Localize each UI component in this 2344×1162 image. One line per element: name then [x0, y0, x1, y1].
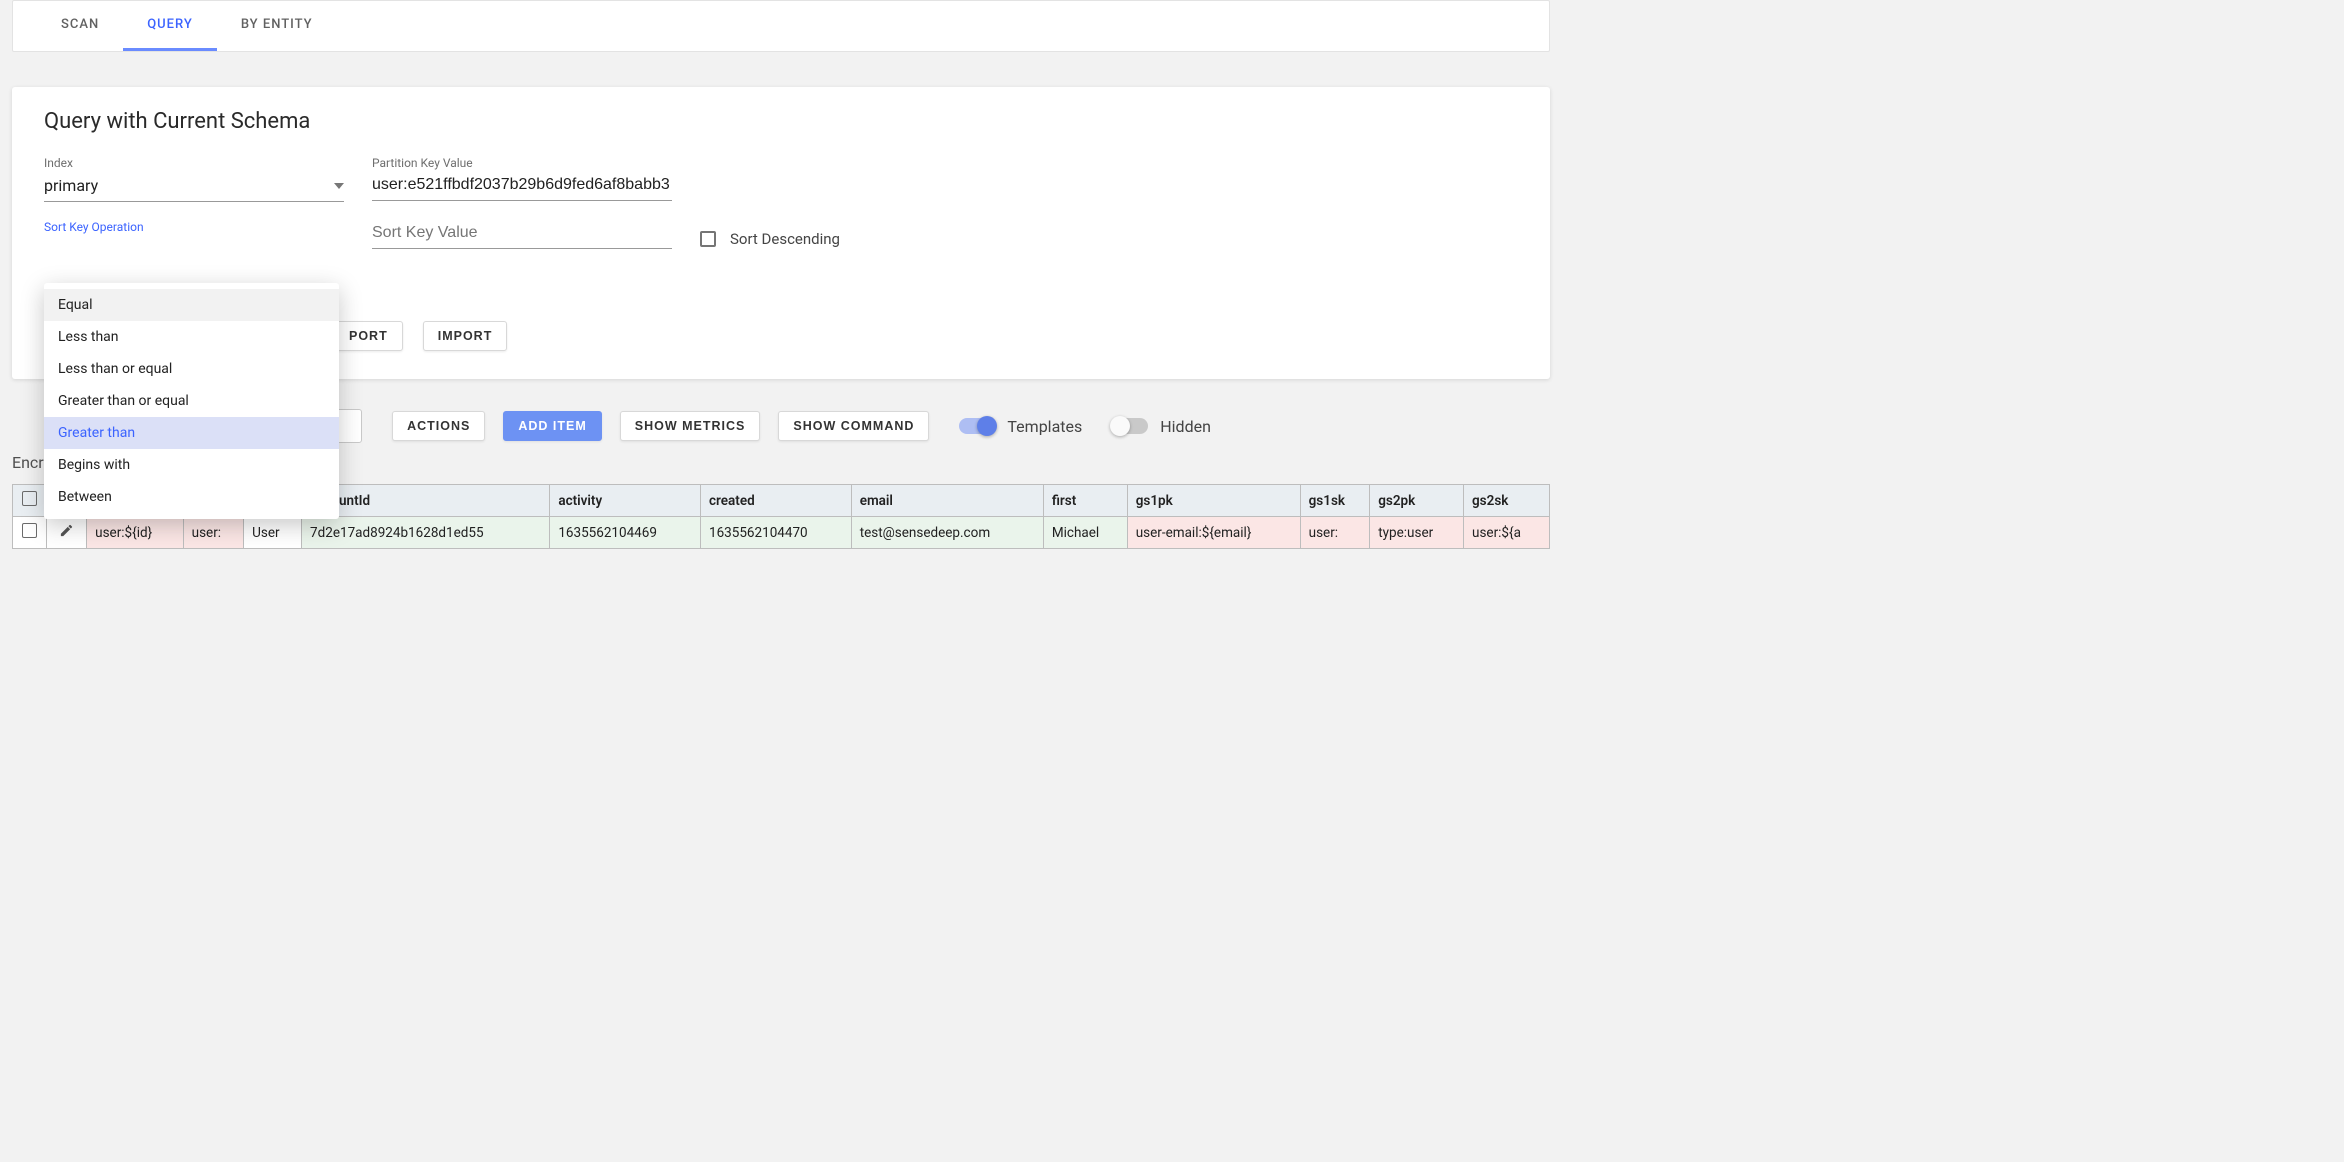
sort-op-option-equal[interactable]: Equal [44, 289, 339, 321]
templates-toggle[interactable] [959, 418, 995, 434]
row-select-checkbox[interactable] [22, 523, 37, 538]
col-email: email [851, 485, 1043, 517]
col-gs1pk: gs1pk [1127, 485, 1300, 517]
tab-by-entity[interactable]: BY ENTITY [217, 1, 337, 51]
cell-pk[interactable]: user:${id} [87, 517, 183, 549]
tabs: SCAN QUERY BY ENTITY [13, 1, 1549, 51]
cell-gs2sk[interactable]: user:${a [1464, 517, 1550, 549]
col-gs2pk: gs2pk [1370, 485, 1464, 517]
show-metrics-button[interactable]: SHOW METRICS [620, 411, 761, 441]
col-gs1sk: gs1sk [1300, 485, 1370, 517]
sort-key-value-field [372, 220, 672, 249]
sort-op-dropdown: Equal Less than Less than or equal Great… [44, 283, 339, 519]
sort-key-value-input[interactable] [372, 220, 672, 249]
sort-descending-checkbox[interactable] [700, 231, 716, 247]
row-edit-cell [47, 517, 87, 549]
cell-email[interactable]: test@sensedeep.com [851, 517, 1043, 549]
templates-toggle-group: Templates [959, 417, 1082, 436]
sort-descending-label: Sort Descending [730, 230, 840, 248]
col-gs2sk: gs2sk [1464, 485, 1550, 517]
table-row: user:${id} user: User 7d2e17ad8924b1628d… [13, 517, 1550, 549]
index-value: primary [44, 176, 98, 195]
import-button[interactable]: IMPORT [423, 321, 508, 351]
cell-first[interactable]: Michael [1043, 517, 1127, 549]
cell-accountid[interactable]: 7d2e17ad8924b1628d1ed55 [302, 517, 550, 549]
sort-op-option-less-than[interactable]: Less than [44, 321, 339, 353]
col-select-all [13, 485, 47, 517]
sort-op-field: Sort Key Operation [44, 220, 344, 236]
partition-key-input[interactable] [372, 172, 672, 201]
tabs-card: SCAN QUERY BY ENTITY [12, 0, 1550, 52]
actions-button[interactable]: ACTIONS [392, 411, 485, 441]
index-field: Index primary [44, 156, 344, 202]
hidden-toggle[interactable] [1112, 418, 1148, 434]
cell-gs2pk[interactable]: type:user [1370, 517, 1464, 549]
col-first: first [1043, 485, 1127, 517]
select-all-checkbox[interactable] [22, 491, 37, 506]
cell-gs1sk[interactable]: user: [1300, 517, 1370, 549]
cell-gs1pk[interactable]: user-email:${email} [1127, 517, 1300, 549]
sort-op-label: Sort Key Operation [44, 220, 344, 234]
hidden-toggle-group: Hidden [1112, 417, 1211, 436]
partition-key-field: Partition Key Value [372, 156, 672, 201]
sort-op-option-between[interactable]: Between [44, 481, 339, 513]
partition-key-label: Partition Key Value [372, 156, 672, 170]
hidden-toggle-label: Hidden [1160, 417, 1211, 436]
col-activity: activity [550, 485, 701, 517]
add-item-button[interactable]: ADD ITEM [503, 411, 601, 441]
index-label: Index [44, 156, 344, 170]
edit-icon[interactable] [59, 523, 74, 538]
cell-sk[interactable]: user: [183, 517, 243, 549]
cell-type[interactable]: User [244, 517, 302, 549]
tab-scan[interactable]: SCAN [37, 1, 123, 51]
row-select-cell [13, 517, 47, 549]
query-panel-title: Query with Current Schema [44, 109, 1518, 134]
query-card-buttons: PORT IMPORT [334, 321, 1518, 351]
caret-down-icon [334, 183, 344, 189]
show-command-button[interactable]: SHOW COMMAND [778, 411, 929, 441]
tab-query[interactable]: QUERY [123, 1, 217, 51]
cell-created[interactable]: 1635562104470 [701, 517, 852, 549]
sort-op-option-less-equal[interactable]: Less than or equal [44, 353, 339, 385]
templates-toggle-label: Templates [1007, 417, 1082, 436]
sort-op-option-greater-equal[interactable]: Greater than or equal [44, 385, 339, 417]
col-created: created [701, 485, 852, 517]
cell-activity[interactable]: 1635562104469 [550, 517, 701, 549]
sort-op-option-greater-than[interactable]: Greater than [44, 417, 339, 449]
export-button[interactable]: PORT [334, 321, 403, 351]
index-select[interactable]: primary [44, 172, 344, 202]
query-panel: Query with Current Schema Index primary … [12, 87, 1550, 379]
sort-op-option-begins-with[interactable]: Begins with [44, 449, 339, 481]
sort-descending-row: Sort Descending [700, 230, 840, 248]
